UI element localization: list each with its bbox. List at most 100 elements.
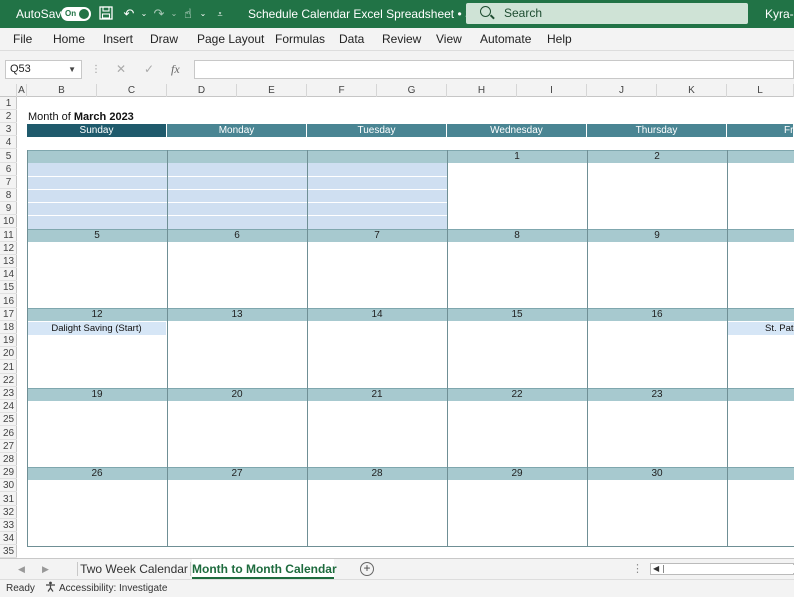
empty-days-fill[interactable] xyxy=(27,163,447,230)
menu-data[interactable]: Data xyxy=(339,28,364,50)
event-daylight-saving[interactable]: Dalight Saving (Start) xyxy=(27,322,166,335)
date-cell[interactable]: 19 xyxy=(27,388,167,401)
column-header[interactable]: J xyxy=(587,84,657,97)
tab-options-icon[interactable]: ⋮ xyxy=(632,559,643,579)
date-cell[interactable]: 30 xyxy=(587,467,727,480)
day-header-friday[interactable]: Fri xyxy=(727,124,794,137)
row-header[interactable]: 14 xyxy=(0,268,17,281)
add-sheet-icon[interactable]: + xyxy=(360,562,374,576)
tab-next-icon[interactable]: ▶ xyxy=(42,559,49,579)
column-header[interactable]: K xyxy=(657,84,727,97)
search-box[interactable]: Search xyxy=(466,3,748,24)
date-cell[interactable]: 21 xyxy=(307,388,447,401)
row-header[interactable]: 8 xyxy=(0,189,17,202)
undo-dropdown-icon[interactable]: ⌄ xyxy=(136,6,152,22)
row-header[interactable]: 20 xyxy=(0,347,17,360)
row-header[interactable]: 15 xyxy=(0,281,17,294)
date-cell[interactable]: 1 xyxy=(447,150,587,163)
row-header[interactable]: 16 xyxy=(0,295,17,308)
date-cell[interactable]: 9 xyxy=(587,229,727,242)
row-header[interactable]: 4 xyxy=(0,136,17,149)
row-header[interactable]: 19 xyxy=(0,334,17,347)
column-header[interactable]: D xyxy=(167,84,237,97)
date-cell[interactable]: 1 xyxy=(727,308,794,321)
worksheet-grid[interactable]: Month of March 2023 Sunday Monday Tuesda… xyxy=(0,84,794,558)
date-cell[interactable]: 23 xyxy=(587,388,727,401)
date-cell[interactable]: 29 xyxy=(447,467,587,480)
column-header[interactable]: A xyxy=(17,84,27,97)
row-header[interactable]: 27 xyxy=(0,440,17,453)
row-header[interactable]: 13 xyxy=(0,255,17,268)
date-cell[interactable]: 27 xyxy=(167,467,307,480)
row-header[interactable]: 32 xyxy=(0,506,17,519)
menu-formulas[interactable]: Formulas xyxy=(275,28,325,50)
column-header[interactable]: B xyxy=(27,84,97,97)
touch-dropdown-icon[interactable]: ⌄ xyxy=(195,6,211,22)
row-header[interactable]: 17 xyxy=(0,308,17,321)
date-cell[interactable]: 12 xyxy=(27,308,167,321)
row-header[interactable]: 35 xyxy=(0,545,17,558)
row-header[interactable]: 26 xyxy=(0,427,17,440)
date-cell[interactable]: 2 xyxy=(727,388,794,401)
drag-handle-icon[interactable]: ⋮ xyxy=(91,60,101,79)
row-header[interactable]: 7 xyxy=(0,176,17,189)
day-header-tuesday[interactable]: Tuesday xyxy=(307,124,447,137)
date-cell[interactable]: 1 xyxy=(727,229,794,242)
event-st-patricks[interactable]: St. Patr xyxy=(727,322,794,335)
menu-review[interactable]: Review xyxy=(382,28,421,50)
tab-two-week-calendar[interactable]: Two Week Calendar xyxy=(80,559,188,579)
date-cell[interactable]: 14 xyxy=(307,308,447,321)
scroll-thumb[interactable] xyxy=(663,565,794,573)
enter-icon[interactable]: ✓ xyxy=(144,60,154,79)
menu-file[interactable]: File xyxy=(13,28,32,50)
menu-view[interactable]: View xyxy=(436,28,462,50)
row-header[interactable]: 9 xyxy=(0,202,17,215)
horizontal-scrollbar[interactable]: ◀ xyxy=(650,563,794,575)
row-header[interactable]: 30 xyxy=(0,479,17,492)
row-header[interactable]: 18 xyxy=(0,321,17,334)
customize-toolbar-icon[interactable]: ⩡ xyxy=(212,6,228,22)
tab-prev-icon[interactable]: ◀ xyxy=(18,559,25,579)
column-header[interactable]: I xyxy=(517,84,587,97)
menu-draw[interactable]: Draw xyxy=(150,28,178,50)
accessibility-status[interactable]: Accessibility: Investigate xyxy=(59,580,167,597)
day-header-wednesday[interactable]: Wednesday xyxy=(447,124,587,137)
name-box[interactable]: Q53 ▼ xyxy=(5,60,82,79)
date-cell[interactable]: 26 xyxy=(27,467,167,480)
date-cell[interactable]: 15 xyxy=(447,308,587,321)
row-header[interactable]: 29 xyxy=(0,466,17,479)
autosave-toggle[interactable]: On xyxy=(61,7,91,21)
scroll-left-icon[interactable]: ◀ xyxy=(653,564,659,574)
date-cell[interactable]: 3 xyxy=(727,467,794,480)
column-header[interactable]: C xyxy=(97,84,167,97)
row-header[interactable]: 6 xyxy=(0,163,17,176)
row-header[interactable]: 25 xyxy=(0,413,17,426)
user-name[interactable]: Kyra-m xyxy=(765,0,794,28)
save-icon[interactable] xyxy=(98,6,114,22)
redo-icon[interactable]: ↷ xyxy=(151,6,167,22)
date-cell[interactable]: 2 xyxy=(587,150,727,163)
undo-icon[interactable]: ↶ xyxy=(121,6,137,22)
date-cell[interactable]: 13 xyxy=(167,308,307,321)
date-cell[interactable]: 5 xyxy=(27,229,167,242)
date-cell[interactable]: 28 xyxy=(307,467,447,480)
date-cell[interactable]: 20 xyxy=(167,388,307,401)
row-header[interactable]: 10 xyxy=(0,215,17,228)
row-header[interactable]: 34 xyxy=(0,532,17,545)
date-cell[interactable]: 16 xyxy=(587,308,727,321)
day-header-monday[interactable]: Monday xyxy=(167,124,307,137)
row-header[interactable]: 21 xyxy=(0,361,17,374)
row-header[interactable]: 2 xyxy=(0,110,17,123)
sheet-canvas[interactable]: Month of March 2023 Sunday Monday Tuesda… xyxy=(0,84,794,558)
formula-input[interactable] xyxy=(194,60,794,79)
menu-insert[interactable]: Insert xyxy=(103,28,133,50)
menu-home[interactable]: Home xyxy=(53,28,85,50)
menu-automate[interactable]: Automate xyxy=(480,28,531,50)
row-header[interactable]: 22 xyxy=(0,374,17,387)
column-header[interactable]: H xyxy=(447,84,517,97)
tab-month-to-month-calendar[interactable]: Month to Month Calendar xyxy=(192,559,337,579)
date-cell[interactable]: 7 xyxy=(307,229,447,242)
column-header[interactable]: G xyxy=(377,84,447,97)
touch-mode-icon[interactable]: ☝ xyxy=(180,6,196,22)
row-header[interactable]: 28 xyxy=(0,453,17,466)
